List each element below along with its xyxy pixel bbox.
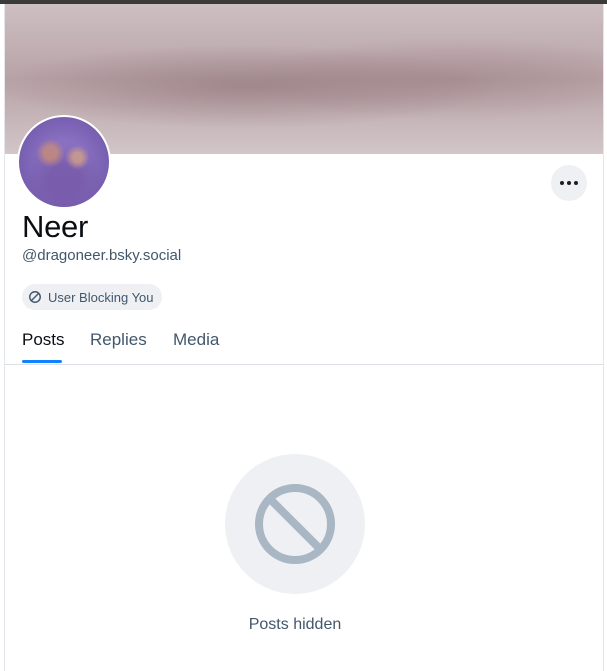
ellipsis-icon xyxy=(560,181,578,185)
tab-posts[interactable]: Posts xyxy=(22,330,65,350)
posts-hidden-message: Posts hidden xyxy=(248,616,342,633)
blocking-status-label: User Blocking You xyxy=(48,289,154,305)
tab-media[interactable]: Media xyxy=(173,330,219,350)
profile-panel: Neer @dragoneer.bsky.social User Blockin… xyxy=(4,4,604,671)
blocking-status-badge[interactable]: User Blocking You xyxy=(22,284,162,310)
block-icon xyxy=(29,291,41,303)
profile-display-name: Neer xyxy=(22,209,88,244)
profile-tabs: Posts Replies Media xyxy=(5,324,603,365)
profile-handle: @dragoneer.bsky.social xyxy=(22,247,182,264)
prohibited-icon xyxy=(255,484,335,564)
posts-hidden-illustration xyxy=(225,454,365,594)
tab-replies[interactable]: Replies xyxy=(90,330,147,350)
active-tab-indicator xyxy=(22,360,62,363)
profile-avatar[interactable] xyxy=(17,115,111,209)
more-options-button[interactable] xyxy=(551,165,587,201)
